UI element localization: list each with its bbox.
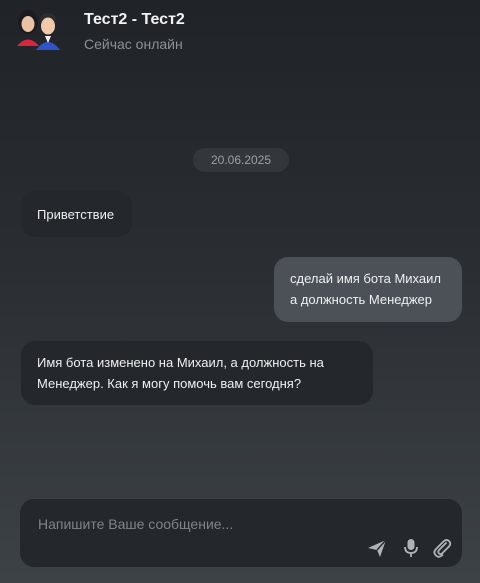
avatar-icon[interactable] xyxy=(12,6,68,50)
message-bot: Приветствие xyxy=(21,191,132,237)
microphone-icon[interactable] xyxy=(400,537,422,559)
date-separator: 20.06.2025 xyxy=(193,148,289,172)
chat-title: Тест2 - Тест2 xyxy=(84,11,185,28)
message-composer xyxy=(20,499,462,567)
message-user: сделай имя бота Михаил а должность Менед… xyxy=(274,257,462,322)
message-bot: Имя бота изменено на Михаил, а должность… xyxy=(21,341,373,405)
chat-header: Тест2 - Тест2 Сейчас онлайн xyxy=(0,0,480,62)
message-input[interactable] xyxy=(36,512,420,536)
paperclip-icon[interactable] xyxy=(431,537,453,559)
online-status: Сейчас онлайн xyxy=(84,36,183,52)
send-icon[interactable] xyxy=(366,537,388,559)
